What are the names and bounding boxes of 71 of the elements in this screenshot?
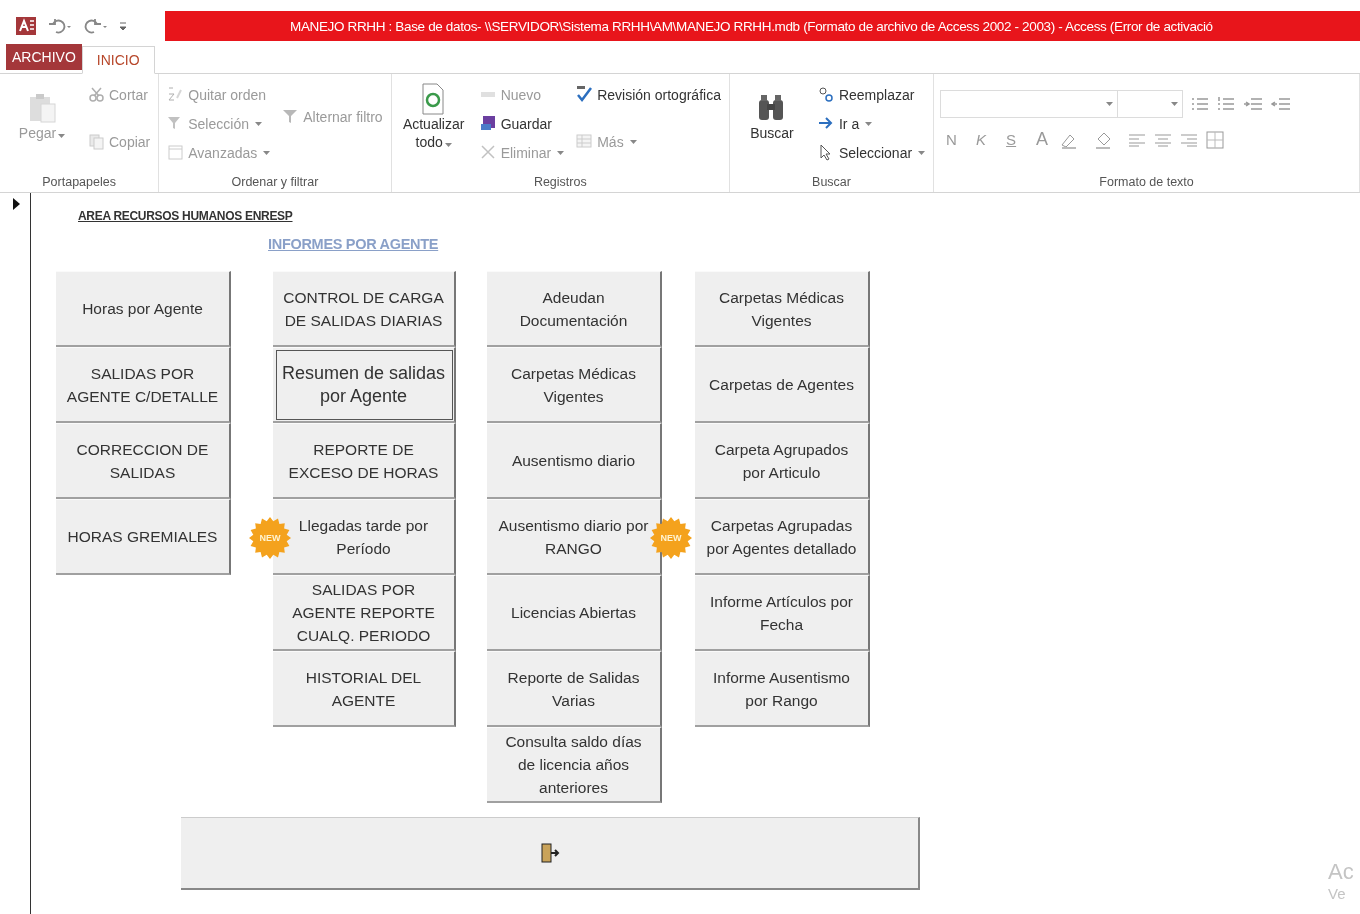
report-button[interactable]: Carpetas Agrupadas por Agentes detallado (695, 499, 870, 575)
report-button[interactable]: Licencias Abiertas (487, 575, 662, 651)
report-button[interactable]: Carpetas de Agentes (695, 347, 870, 423)
report-button[interactable]: SALIDAS POR AGENTE REPORTE CUALQ. PERIODO (273, 575, 456, 651)
report-button[interactable]: CORRECCION DE SALIDAS (56, 423, 231, 499)
delete-icon (479, 144, 497, 161)
report-button[interactable]: Informe Artículos por Fecha (695, 575, 870, 651)
report-button[interactable]: Carpetas Médicas Vigentes (487, 347, 662, 423)
group-label: Ordenar y filtrar (230, 175, 320, 191)
spellcheck-icon (576, 86, 594, 103)
group-label: Portapapeles (41, 175, 117, 191)
group-label: Formato de texto (1098, 175, 1195, 191)
report-button[interactable]: Ausentismo diario (487, 423, 662, 499)
save-icon (479, 115, 497, 132)
caret-icon (1171, 102, 1179, 106)
ribbon-tab[interactable]: INICIO (81, 46, 155, 74)
redo-icon[interactable] (84, 18, 108, 34)
report-button[interactable]: HORAS GREMIALES (56, 499, 231, 575)
ribbon-button[interactable]: Reemplazar (815, 82, 928, 107)
indent-icon[interactable] (1243, 96, 1264, 112)
ribbon-button[interactable]: Guardar (477, 111, 567, 136)
gridlines-icon[interactable] (1206, 130, 1227, 149)
exit-door-icon (538, 842, 561, 864)
app-logo-icon[interactable] (16, 17, 36, 35)
caret-icon (1106, 102, 1114, 106)
report-button[interactable]: Consulta saldo días de licencia años anteriores (487, 727, 662, 803)
exit-button[interactable] (181, 817, 920, 890)
align-center-icon[interactable] (1154, 132, 1173, 147)
report-button[interactable]: Informe Ausentismo por Rango (695, 651, 870, 727)
ribbon-button[interactable]: Buscar (735, 89, 808, 144)
font-name-dropdown[interactable] (940, 90, 1119, 118)
form-heading: AREA RECURSOS HUMANOS ENRESP (78, 209, 293, 223)
outdent-icon[interactable] (1271, 96, 1292, 112)
report-button[interactable]: Horas por Agente (56, 271, 231, 347)
report-button[interactable]: Adeudan Documentación (487, 271, 662, 347)
customize-toolbar-icon[interactable] (120, 21, 126, 31)
report-button[interactable]: Resumen de salidas por Agente (273, 347, 456, 423)
align-left-icon[interactable] (1128, 132, 1147, 147)
record-pointer-icon (13, 198, 20, 210)
scissors-icon (88, 86, 105, 103)
bullet-list-icon[interactable] (1191, 96, 1210, 112)
new-badge: NEW (249, 517, 291, 559)
new-badge: NEW (650, 517, 692, 559)
activation-notice: Ac (1328, 859, 1354, 885)
ribbon-button[interactable]: Revisión ortográfica (574, 82, 723, 107)
report-button[interactable]: SALIDAS POR AGENTE C/DETALLE (56, 347, 231, 423)
ribbon-tab[interactable]: ARCHIVO (6, 44, 82, 70)
report-button[interactable]: HISTORIAL DEL AGENTE (273, 651, 456, 727)
group-label: Registros (532, 175, 588, 191)
report-button[interactable]: Carpetas Médicas Vigentes (695, 271, 870, 347)
form-subheading: INFORMES POR AGENTE (268, 236, 439, 252)
report-button[interactable]: REPORTE DE EXCESO DE HORAS (273, 423, 456, 499)
sort-clear-icon (167, 86, 185, 103)
copy-icon (88, 133, 105, 150)
group-label: Buscar (811, 175, 852, 191)
undo-icon[interactable] (48, 18, 72, 34)
ribbon-button[interactable]: Seleccionar (815, 140, 928, 165)
font-size-dropdown[interactable] (1117, 90, 1184, 118)
window-title: MANEJO RRHH : Base de datos- \\SERVIDOR\Sistema RRHH\AM\MANEJO RRHH.mdb (Formato de archivo de Access 2002 - 2003) - Access (Error de activació (165, 11, 1360, 41)
funnel-icon (282, 108, 300, 125)
report-button[interactable]: Ausentismo diario por RANGO (487, 499, 662, 575)
ribbon-button[interactable]: Ir a (815, 111, 928, 136)
activation-notice: Ve (1328, 885, 1346, 902)
table-icon (576, 133, 594, 150)
report-button[interactable]: CONTROL DE CARGA DE SALIDAS DIARIAS (273, 271, 456, 347)
ribbon-button[interactable]: Actualizar todo (397, 80, 470, 153)
report-button[interactable]: Carpeta Agrupados por Articulo (695, 423, 870, 499)
numbered-list-icon[interactable] (1217, 96, 1236, 112)
align-right-icon[interactable] (1180, 132, 1199, 147)
clipboard-icon (27, 91, 57, 124)
report-button[interactable]: Reporte de Salidas Varias (487, 651, 662, 727)
